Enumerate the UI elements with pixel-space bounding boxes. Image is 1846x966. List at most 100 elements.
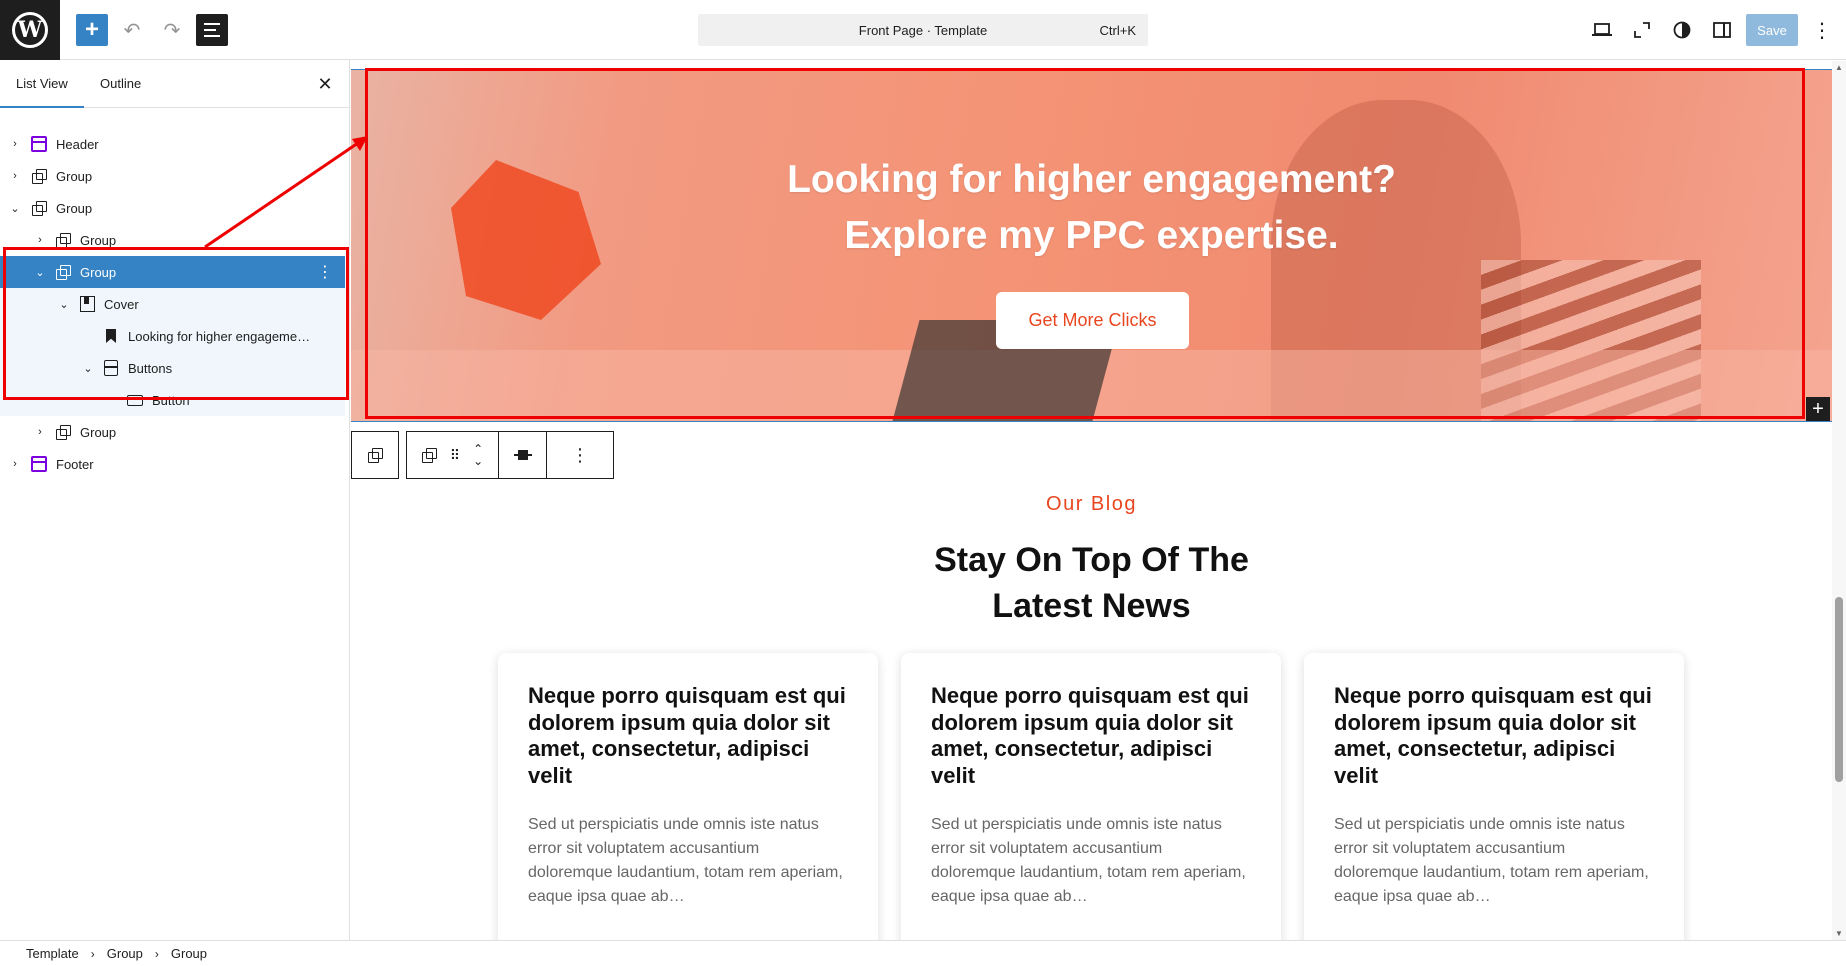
command-palette-button[interactable]: Front Page · Template Ctrl+K <box>698 14 1148 46</box>
blog-post-card[interactable]: Neque porro quisquam est qui dolorem ips… <box>498 653 878 940</box>
document-overview-button[interactable] <box>196 14 228 46</box>
chevron-right-icon[interactable]: › <box>8 138 22 150</box>
undo-icon: ↶ <box>123 19 141 42</box>
settings-sidebar-button[interactable] <box>1706 14 1738 46</box>
desktop-icon <box>1592 23 1612 36</box>
chevron-right-icon[interactable]: › <box>8 458 22 470</box>
template-part-icon <box>30 135 48 153</box>
chevron-down-icon[interactable]: ⌄ <box>33 266 47 279</box>
chevron-right-icon: › <box>90 946 95 961</box>
block-mover: ⠿ ⌃ ⌄ <box>407 432 499 478</box>
group-icon <box>368 448 383 463</box>
chevron-right-icon[interactable]: › <box>33 234 47 246</box>
tree-item-label: Group <box>56 200 93 216</box>
redo-icon: ↷ <box>163 19 181 42</box>
template-part-icon <box>30 455 48 473</box>
group-icon <box>30 167 48 185</box>
scroll-down-icon[interactable]: ▼ <box>1835 929 1843 938</box>
chevron-down-icon[interactable]: ⌄ <box>81 362 95 375</box>
close-panel-button[interactable]: ✕ <box>313 72 337 96</box>
tree-item-label: Group <box>80 232 117 248</box>
device-preview-button[interactable] <box>1586 14 1618 46</box>
post-title[interactable]: Neque porro quisquam est qui dolorem ips… <box>528 683 848 789</box>
post-excerpt: Sed ut perspiciatis unde omnis iste natu… <box>528 816 843 905</box>
styles-button[interactable] <box>1666 14 1698 46</box>
move-up-down[interactable]: ⌃ ⌄ <box>473 443 483 467</box>
editor-canvas[interactable]: Looking for higher engagement? Explore m… <box>351 61 1832 940</box>
align-center-icon <box>513 450 532 460</box>
blog-eyebrow[interactable]: Our Blog <box>351 493 1832 516</box>
tree-item-cover[interactable]: ⌄ Cover <box>0 288 345 320</box>
contrast-icon <box>1673 21 1691 39</box>
cover-heading-line: Explore my PPC expertise. <box>844 214 1339 257</box>
post-excerpt: Sed ut perspiciatis unde omnis iste natu… <box>931 816 1246 905</box>
bookmark-icon <box>102 327 120 345</box>
chevron-right-icon[interactable]: › <box>33 426 47 438</box>
tree-item-label: Group <box>56 168 93 184</box>
scrollbar-thumb[interactable] <box>1835 597 1843 782</box>
options-button[interactable]: ⋮ <box>1806 14 1838 46</box>
zoom-out-button[interactable] <box>1626 14 1658 46</box>
save-button[interactable]: Save <box>1746 14 1798 46</box>
plus-icon: + <box>84 16 99 43</box>
blog-post-card[interactable]: Neque porro quisquam est qui dolorem ips… <box>901 653 1281 940</box>
chevron-right-icon[interactable]: › <box>8 170 22 182</box>
chevron-down-icon[interactable]: ⌄ <box>8 202 22 215</box>
tree-item-group[interactable]: › Group <box>0 160 345 192</box>
breadcrumb-item[interactable]: Template <box>26 946 79 961</box>
expand-icon <box>1634 22 1650 38</box>
command-shortcut: Ctrl+K <box>1099 22 1136 38</box>
tree-item-label: Buttons <box>128 360 173 376</box>
redo-button[interactable]: ↷ <box>156 14 188 46</box>
chevron-down-icon[interactable]: ⌄ <box>473 455 483 467</box>
tree-item-buttons[interactable]: ⌄ Buttons <box>0 352 345 384</box>
post-excerpt: Sed ut perspiciatis unde omnis iste natu… <box>1334 816 1649 905</box>
get-more-clicks-button[interactable]: Get More Clicks <box>996 292 1189 349</box>
tree-item-label: Footer <box>56 456 94 472</box>
tree-item-group[interactable]: ⌄ Group <box>0 192 345 224</box>
block-inserter-button[interactable]: + <box>76 14 108 46</box>
more-vertical-icon: ⋮ <box>1812 19 1832 42</box>
tree-item-group[interactable]: › Group <box>0 224 345 256</box>
align-button[interactable] <box>499 432 547 478</box>
cover-heading[interactable]: Looking for higher engagement? Explore m… <box>351 152 1832 264</box>
group-icon[interactable] <box>421 448 437 463</box>
cover-block[interactable]: Looking for higher engagement? Explore m… <box>351 69 1832 422</box>
button-icon <box>126 391 144 409</box>
scroll-up-icon[interactable]: ▲ <box>1835 63 1843 72</box>
chevron-down-icon[interactable]: ⌄ <box>57 298 71 311</box>
post-title[interactable]: Neque porro quisquam est qui dolorem ips… <box>1334 683 1654 789</box>
parent-block-selector[interactable] <box>351 431 399 479</box>
breadcrumb-item[interactable]: Group <box>107 946 143 961</box>
drag-handle-icon[interactable]: ⠿ <box>450 447 460 464</box>
group-icon <box>54 263 72 281</box>
tree-item-footer[interactable]: › Footer <box>0 448 345 480</box>
sidebar-icon <box>1713 22 1731 38</box>
blog-heading-line: Latest News <box>992 587 1191 625</box>
post-title[interactable]: Neque porro quisquam est qui dolorem ips… <box>931 683 1251 789</box>
blog-heading[interactable]: Stay On Top Of The Latest News <box>351 537 1832 629</box>
tree-item-heading[interactable]: Looking for higher engageme… <box>0 320 345 352</box>
blog-heading-line: Stay On Top Of The <box>934 541 1249 579</box>
panel-tabs: List View Outline ✕ <box>0 60 349 108</box>
tree-item-group-selected[interactable]: ⌄ Group ⋮ <box>0 256 345 288</box>
tree-item-label: Looking for higher engageme… <box>128 328 311 344</box>
block-options-button[interactable]: ⋮ <box>317 262 333 282</box>
tree-item-button[interactable]: Button <box>0 384 345 416</box>
breadcrumb-item[interactable]: Group <box>171 946 207 961</box>
block-breadcrumb: Template › Group › Group <box>0 940 1846 966</box>
tree-item-header[interactable]: › Header <box>0 128 345 160</box>
block-options-button[interactable]: ⋮ <box>547 432 613 478</box>
canvas-scrollbar[interactable]: ▲ ▼ <box>1832 61 1846 940</box>
tab-list-view[interactable]: List View <box>0 60 84 108</box>
chevron-right-icon: › <box>154 946 159 961</box>
undo-button[interactable]: ↶ <box>116 14 148 46</box>
insert-block-button[interactable]: + <box>1806 397 1830 421</box>
tab-outline[interactable]: Outline <box>84 60 157 108</box>
tree-item-group[interactable]: › Group <box>0 416 345 448</box>
cover-heading-line: Looking for higher engagement? <box>787 158 1396 201</box>
blog-post-card[interactable]: Neque porro quisquam est qui dolorem ips… <box>1304 653 1684 940</box>
close-icon: ✕ <box>317 74 333 94</box>
wordpress-logo-button[interactable]: W <box>0 0 60 60</box>
block-toolbar: ⠿ ⌃ ⌄ ⋮ <box>406 431 614 479</box>
